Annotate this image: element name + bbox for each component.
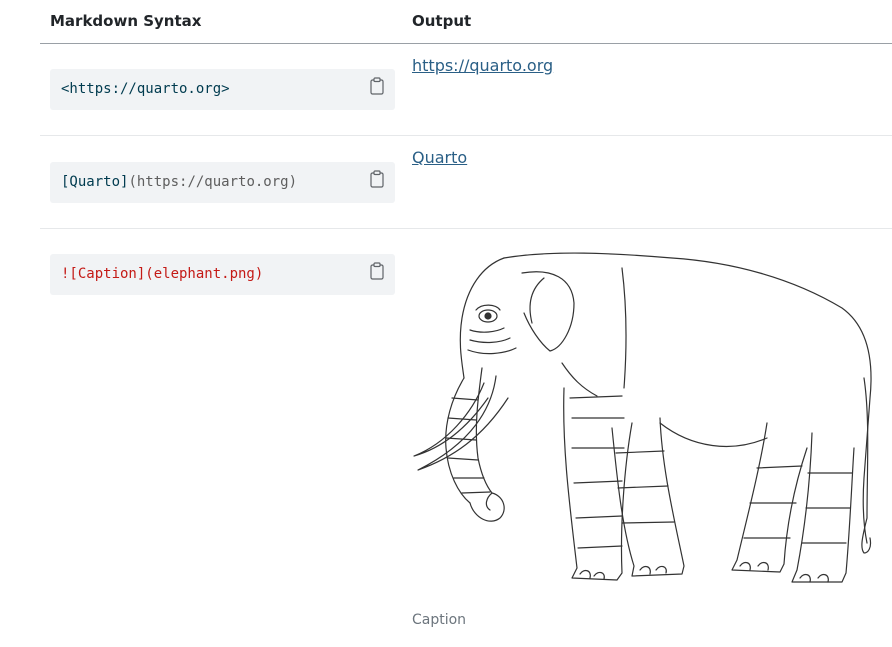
code-text: <https://quarto.org> xyxy=(61,81,230,97)
clipboard-icon[interactable] xyxy=(369,170,385,188)
code-text: ![Caption](elephant.png) xyxy=(61,266,264,282)
row-divider xyxy=(40,135,892,136)
clipboard-icon[interactable] xyxy=(369,77,385,95)
code-text-url: (https://quarto.org) xyxy=(128,174,298,190)
clipboard-icon[interactable] xyxy=(369,262,385,280)
code-text-bracket: [Quarto] xyxy=(61,174,129,190)
output-link-quarto[interactable]: Quarto xyxy=(412,148,467,167)
elephant-image xyxy=(413,252,872,583)
code-block-autolink: <https://quarto.org> xyxy=(50,69,395,110)
code-block-image: ![Caption](elephant.png) xyxy=(50,254,395,295)
figure-caption: Caption xyxy=(412,612,467,628)
header-divider xyxy=(40,43,892,44)
header-markdown-syntax: Markdown Syntax xyxy=(50,12,202,30)
code-block-link: [Quarto](https://quarto.org) xyxy=(50,162,395,203)
output-link-url[interactable]: https://quarto.org xyxy=(412,56,553,75)
header-output: Output xyxy=(412,12,472,30)
row-divider xyxy=(40,228,892,229)
